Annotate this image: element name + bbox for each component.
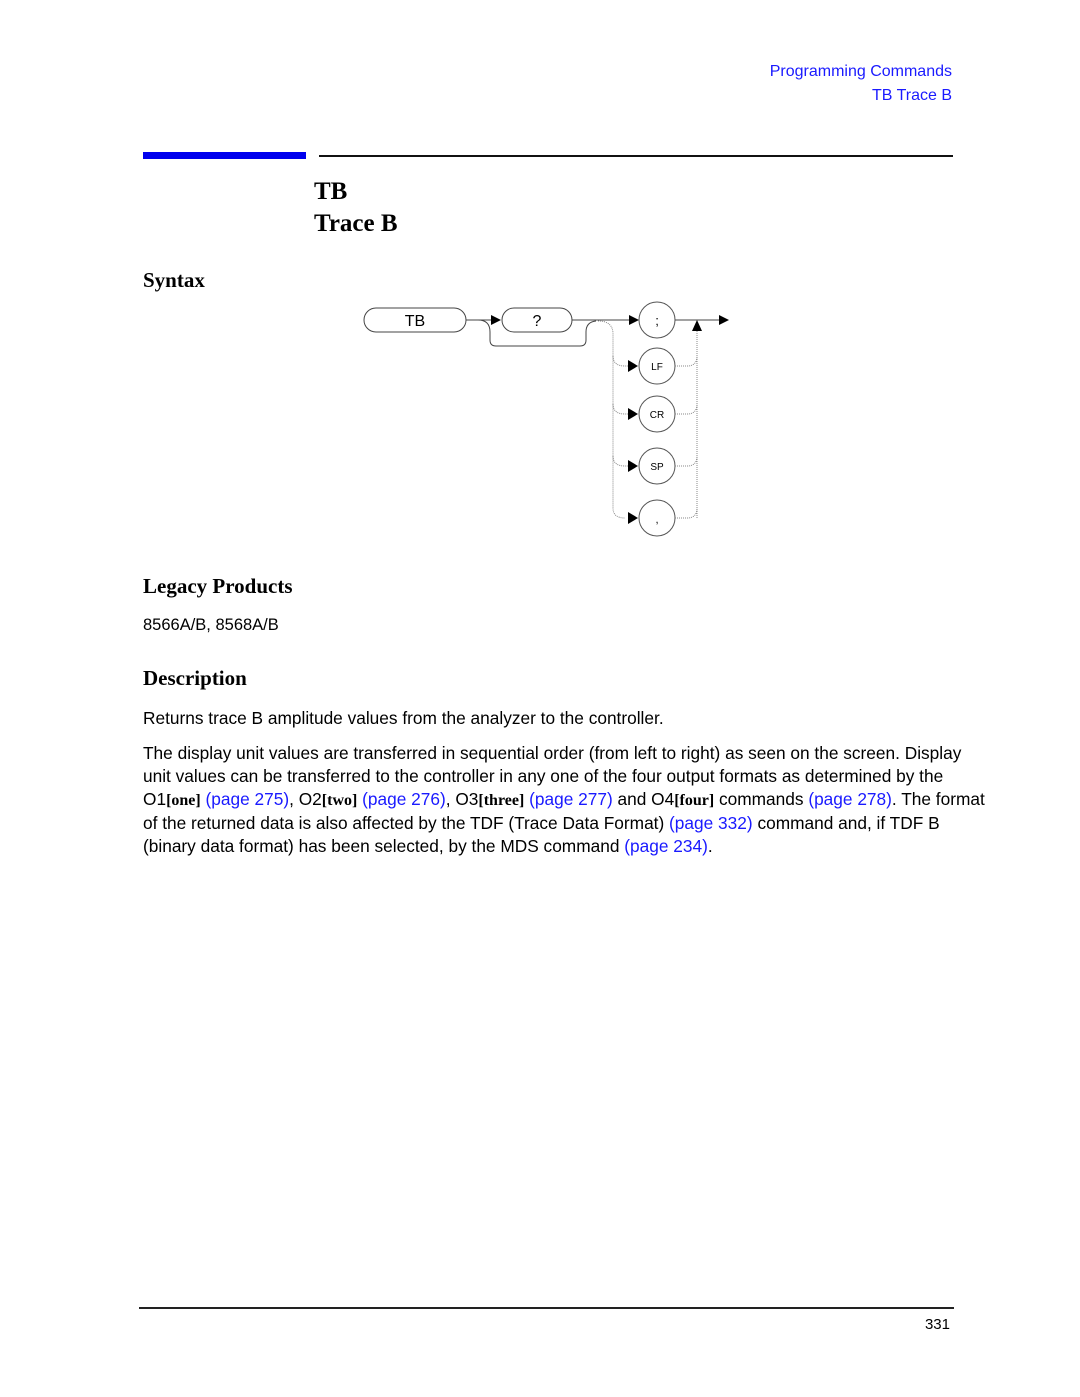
link-page-234[interactable]: (page 234)	[624, 836, 708, 856]
link-page-278[interactable]: (page 278)	[808, 789, 892, 809]
description-paragraph-2: The display unit values are transferred …	[143, 743, 985, 856]
syntax-node-sp: SP	[638, 447, 676, 485]
syntax-branch-trunk	[597, 320, 626, 519]
syntax-arrow-lf	[628, 360, 638, 372]
syntax-branch-cr	[612, 403, 630, 415]
description-paragraph-1: Returns trace B amplitude values from th…	[143, 708, 664, 728]
format-two: [two]	[321, 792, 358, 809]
svg-text:SP: SP	[650, 462, 664, 473]
page-number: 331	[924, 1316, 950, 1333]
svg-text:;: ;	[655, 313, 659, 328]
syntax-node-query: ?	[501, 307, 573, 333]
syntax-branch-lf	[612, 355, 630, 367]
syntax-node-semicolon: ;	[638, 301, 676, 339]
syntax-node-tb-label: TB	[405, 313, 425, 330]
legacy-products-list: 8566A/B, 8568A/B	[143, 616, 279, 634]
link-page-276[interactable]: (page 276)	[362, 789, 446, 809]
syntax-node-comma: ,	[638, 499, 676, 537]
link-page-275[interactable]: (page 275)	[206, 789, 290, 809]
format-three: [three]	[478, 792, 525, 809]
link-page-332[interactable]: (page 332)	[669, 813, 753, 833]
syntax-node-tb: TB	[363, 307, 467, 333]
svg-text:,: ,	[655, 514, 658, 526]
link-page-277[interactable]: (page 277)	[529, 789, 613, 809]
syntax-diagram: TB ? ; LF CR SP ,	[363, 301, 729, 537]
legacy-products-heading: Legacy Products	[143, 574, 293, 598]
syntax-arrow-comma	[628, 512, 638, 524]
footer-rule	[139, 1307, 954, 1309]
syntax-node-query-label: ?	[533, 313, 542, 330]
svg-text:CR: CR	[650, 410, 664, 421]
svg-text:LF: LF	[651, 362, 663, 373]
syntax-merge-lf	[675, 355, 698, 367]
format-four: [four]	[674, 792, 715, 809]
syntax-node-cr: CR	[638, 395, 676, 433]
syntax-return-arrow	[692, 320, 702, 331]
description-heading: Description	[143, 666, 247, 690]
syntax-node-lf: LF	[638, 347, 676, 385]
syntax-branch-sp	[612, 455, 630, 467]
syntax-merge-sp	[675, 455, 698, 467]
syntax-arrow-cr	[628, 408, 638, 420]
format-one: [one]	[166, 792, 201, 809]
syntax-arrow-sp	[628, 460, 638, 472]
syntax-merge-cr	[675, 403, 698, 415]
syntax-merge-comma	[675, 507, 698, 519]
